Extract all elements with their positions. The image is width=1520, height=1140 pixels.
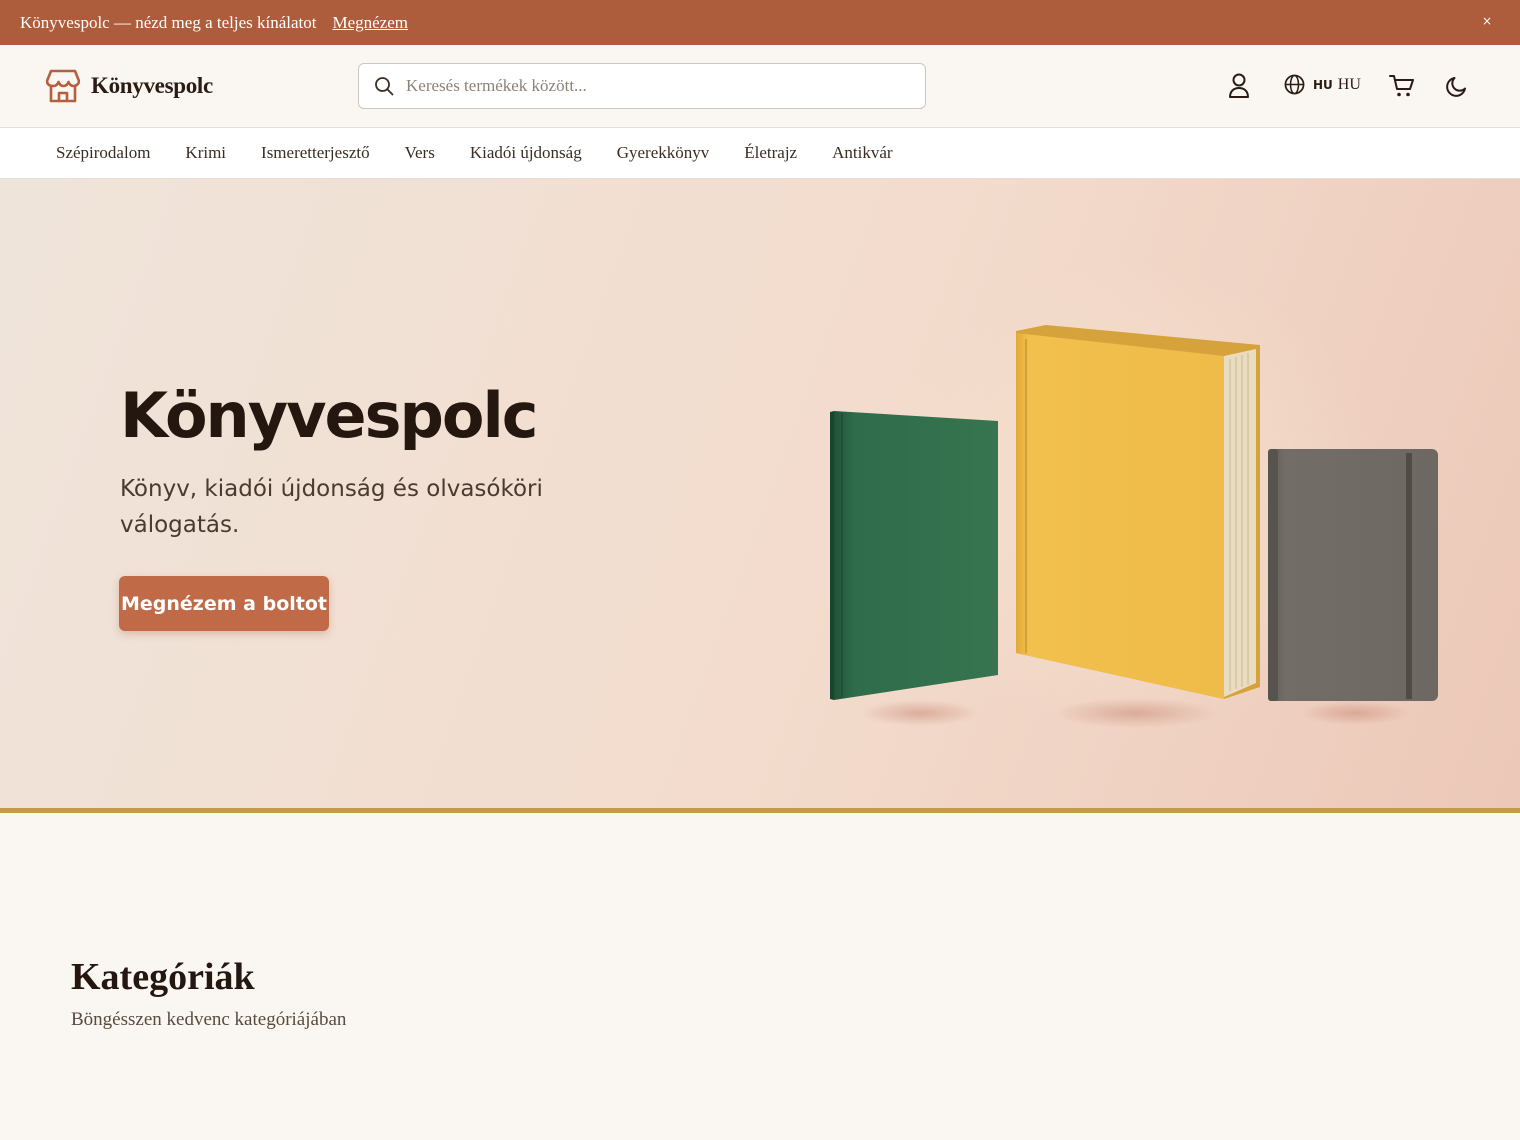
logo[interactable]: Könyvespolc (46, 68, 213, 104)
search-icon (375, 77, 394, 96)
language-name: HU (1337, 75, 1361, 93)
nav-item-vers[interactable]: Vers (405, 143, 435, 163)
nav-item-krimi[interactable]: Krimi (185, 143, 226, 163)
books-illustration (830, 325, 1438, 728)
green-book (830, 411, 998, 700)
categories-title: Kategóriák (71, 956, 255, 998)
gray-notebook (1268, 449, 1438, 701)
shop-now-button[interactable]: Megnézem a boltot (119, 576, 329, 631)
announcement-link[interactable]: Megnézem (332, 13, 408, 33)
announcement-bar: Könyvespolc — nézd meg a teljes kínálato… (0, 0, 1520, 45)
nav-item-gyerekkonyv[interactable]: Gyerekkönyv (617, 143, 710, 163)
search-box[interactable] (358, 63, 926, 109)
language-selector[interactable]: HU HU (1284, 74, 1361, 95)
nav-item-ismeretterjeszto[interactable]: Ismeretterjesztő (261, 143, 370, 163)
nav-item-eletrajz[interactable]: Életrajz (744, 143, 797, 163)
close-icon[interactable]: × (1482, 14, 1492, 28)
hero-divider (0, 808, 1520, 813)
globe-icon (1284, 74, 1305, 95)
nav-item-antikvar[interactable]: Antikvár (832, 143, 892, 163)
nav-item-kiadoi-ujdonsag[interactable]: Kiadói újdonság (470, 143, 582, 163)
logo-text: Könyvespolc (91, 73, 213, 98)
hero-title: Könyvespolc (120, 379, 538, 452)
announcement-text: Könyvespolc — nézd meg a teljes kínálato… (20, 12, 317, 32)
yellow-book (1016, 325, 1260, 699)
dark-mode-icon[interactable] (1445, 74, 1469, 98)
hero-banner: Könyvespolc Könyv, kiadói újdonság és ol… (0, 179, 1520, 808)
cart-icon[interactable] (1389, 74, 1415, 98)
book-shadow (1300, 701, 1410, 725)
category-nav: Szépirodalom Krimi Ismeretterjesztő Vers… (0, 128, 1520, 179)
language-code: HU (1313, 77, 1333, 92)
nav-item-szepirodalom[interactable]: Szépirodalom (56, 143, 150, 163)
site-header: Könyvespolc HU HU (0, 45, 1520, 128)
book-shadow (1053, 698, 1217, 728)
categories-subtitle: Böngésszen kedvenc kategóriájában (71, 1009, 347, 1030)
hero-subtitle: Könyv, kiadói újdonság és olvasóköri vál… (120, 476, 543, 538)
book-shadow (860, 700, 980, 726)
user-icon[interactable] (1228, 73, 1250, 99)
search-input[interactable] (406, 66, 906, 106)
store-icon (46, 69, 80, 103)
